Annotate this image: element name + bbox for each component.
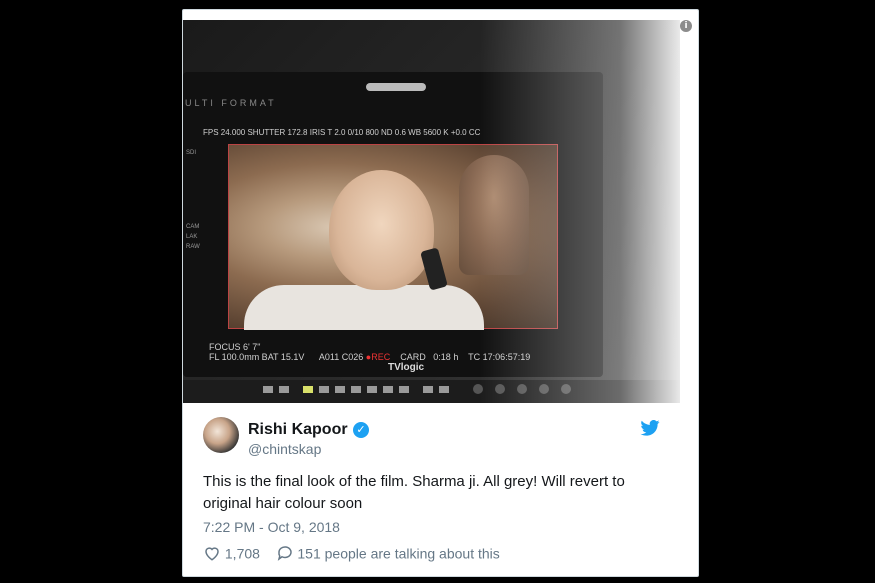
panel-button — [303, 386, 313, 393]
panel-button — [367, 386, 377, 393]
actor-shirt — [244, 285, 484, 330]
verified-badge-icon: ✓ — [353, 422, 369, 438]
tweet-actions: 1,708 151 people are talking about this — [203, 544, 500, 562]
avatar[interactable] — [203, 417, 239, 453]
hud-rec: ●REC — [365, 352, 391, 362]
info-icon[interactable]: i — [680, 20, 692, 32]
hud-card: CARD — [400, 352, 426, 362]
twitter-bird-icon[interactable] — [640, 420, 660, 436]
light-glare — [480, 20, 680, 403]
panel-button — [439, 386, 449, 393]
panel-button — [279, 386, 289, 393]
hud-focus: FOCUS 6' 7" — [209, 342, 261, 352]
monitor-label: ULTI FORMAT — [185, 98, 277, 108]
side-label-lak: LAK — [186, 234, 198, 240]
tweet-media-photo[interactable]: ULTI FORMAT FPS 24.000 SHUTTER 172.8 IRI… — [183, 20, 680, 403]
hud-remaining: 0:18 h — [433, 352, 459, 362]
panel-button — [423, 386, 433, 393]
panel-button — [399, 386, 409, 393]
tvlogic-logo: TVlogic — [388, 362, 425, 373]
hud-top-readout: FPS 24.000 SHUTTER 172.8 IRIS T 2.0 0/10… — [203, 128, 481, 137]
tweet-text: This is the final look of the film. Shar… — [203, 473, 625, 512]
like-count[interactable]: 1,708 — [225, 545, 260, 561]
hud-clip: A011 C026 — [318, 352, 364, 362]
tweet-embed-card: ULTI FORMAT FPS 24.000 SHUTTER 172.8 IRI… — [182, 9, 699, 577]
panel-button — [351, 386, 361, 393]
author-name[interactable]: Rishi Kapoor — [248, 421, 348, 439]
side-label-cam: CAM — [186, 224, 200, 230]
hud-fl-bat: FL 100.0mm BAT 15.1V — [209, 352, 305, 362]
monitor-handle — [366, 83, 426, 91]
tweet-timestamp[interactable]: 7:22 PM - Oct 9, 2018 — [203, 519, 340, 535]
side-label-raw: RAW — [186, 244, 200, 250]
panel-button — [335, 386, 345, 393]
panel-button — [319, 386, 329, 393]
side-label-sdi: SDI — [186, 150, 197, 156]
tweet-body: Rishi Kapoor ✓ @chintskap This is the fi… — [183, 403, 680, 563]
author-handle[interactable]: @chintskap — [248, 441, 321, 457]
panel-button — [263, 386, 273, 393]
reply-bubble-icon[interactable] — [276, 544, 294, 562]
panel-button — [383, 386, 393, 393]
conversation-count[interactable]: 151 people are talking about this — [297, 545, 499, 561]
heart-icon[interactable] — [203, 544, 221, 562]
actor-face — [329, 170, 434, 290]
